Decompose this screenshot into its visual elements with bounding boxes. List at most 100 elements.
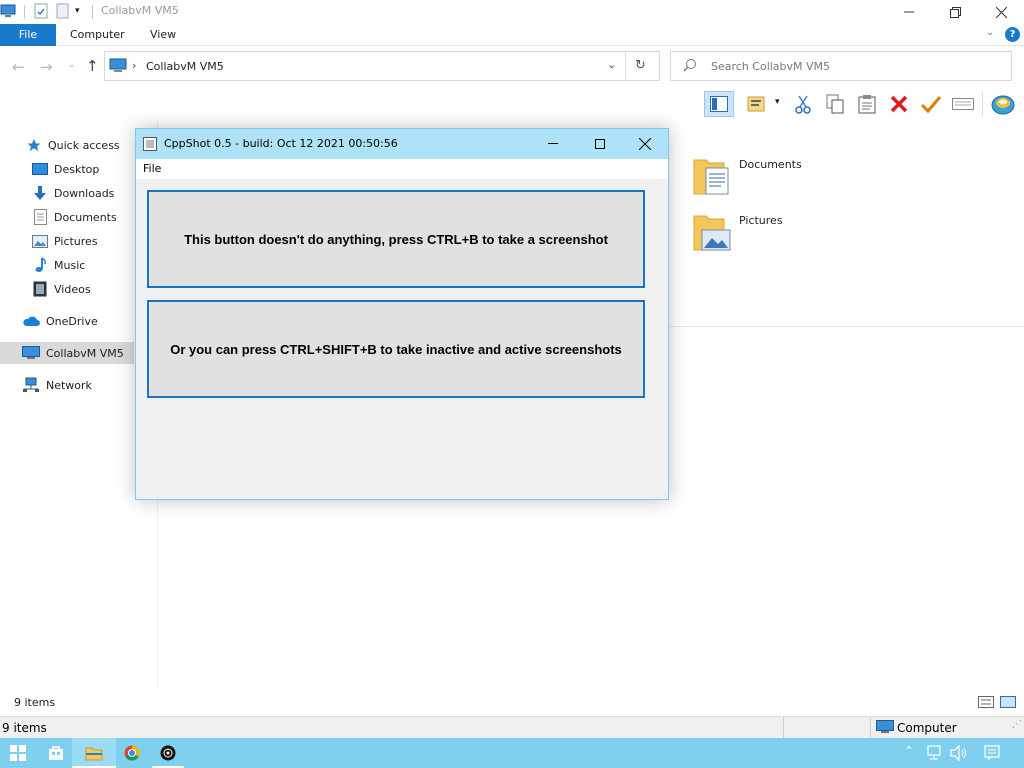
store-icon[interactable] (48, 745, 64, 764)
status-bar: 9 items (0, 692, 1024, 714)
folder-item-pictures[interactable]: Pictures (692, 208, 892, 254)
cppshot-menu-file[interactable]: File (143, 162, 161, 175)
screenshot-button[interactable]: This button doesn't do anything, press C… (147, 190, 645, 288)
tab-file[interactable]: File (0, 24, 56, 46)
cppshot-window-icon (143, 137, 157, 154)
network-icon (22, 377, 40, 393)
desktop-icon (32, 161, 48, 177)
nav-item-music[interactable]: Music (32, 254, 85, 276)
computer-icon[interactable] (0, 3, 16, 19)
details-view-icon[interactable] (978, 696, 994, 711)
breadcrumb-chevron-icon: › (132, 59, 137, 72)
ribbon-expand-icon[interactable]: ⌄ (986, 27, 994, 38)
nav-label-documents: Documents (54, 210, 117, 224)
nav-label-this-pc: CollabvM VM5 (46, 346, 124, 360)
status-divider-2 (870, 717, 871, 739)
properties-tool-icon[interactable] (744, 91, 770, 117)
nav-item-quick-access[interactable]: Quick access (26, 134, 120, 156)
cppshot-maximize-button[interactable] (595, 139, 605, 149)
inactive-active-screenshot-button[interactable]: Or you can press CTRL+SHIFT+B to take in… (147, 300, 645, 398)
back-arrow-icon[interactable]: ← (12, 58, 25, 76)
location-label: Computer (897, 721, 957, 735)
globe-shell-icon[interactable] (990, 91, 1016, 117)
select-all-icon[interactable] (950, 91, 976, 117)
document-icon (32, 209, 48, 225)
nav-item-pictures[interactable]: Pictures (32, 230, 98, 252)
view-dropdown-icon[interactable]: ▾ (775, 97, 780, 107)
tab-computer[interactable]: Computer (58, 24, 137, 46)
customize-dropdown-icon[interactable]: ▾ (75, 3, 91, 19)
nav-item-network[interactable]: Network (22, 374, 92, 396)
nav-label-onedrive: OneDrive (46, 314, 98, 328)
address-bar[interactable]: › CollabvM VM5 ⌄ ↻ (104, 51, 660, 81)
cppshot-menu-bar: File (136, 159, 668, 179)
status-divider (783, 717, 784, 739)
minimize-button[interactable] (886, 0, 932, 24)
close-button[interactable] (978, 0, 1024, 24)
forward-arrow-icon[interactable]: → (40, 58, 53, 76)
cppshot-minimize-button[interactable] (548, 143, 558, 144)
secondary-status-bar: 9 items Computer ⋰ (0, 716, 1024, 739)
copy-icon[interactable] (822, 91, 848, 117)
nav-label-videos: Videos (54, 282, 91, 296)
tab-view[interactable]: View (138, 24, 188, 46)
cppshot-app-icon (160, 745, 176, 764)
delete-icon[interactable] (886, 91, 912, 117)
windows-start-icon[interactable] (10, 745, 26, 764)
nav-item-desktop[interactable]: Desktop (32, 158, 99, 180)
address-text: CollabvM VM5 (146, 60, 224, 73)
computer-icon (876, 720, 894, 738)
network-tray-icon[interactable] (927, 745, 943, 764)
nav-label-downloads: Downloads (54, 186, 115, 200)
refresh-icon[interactable]: ↻ (635, 58, 646, 73)
recent-locations-icon[interactable]: ⌄ (68, 60, 76, 70)
preview-pane-icon[interactable] (704, 91, 734, 117)
secondary-item-count: 9 items (2, 721, 47, 735)
maximize-button[interactable] (932, 0, 978, 24)
computer-icon (22, 345, 40, 361)
group-divider (668, 326, 1024, 327)
cut-icon[interactable] (790, 91, 816, 117)
search-input[interactable]: Search CollabvM VM5 (670, 51, 1012, 81)
nav-item-downloads[interactable]: Downloads (32, 182, 114, 204)
toolbar-divider (982, 92, 983, 116)
paste-icon[interactable] (854, 91, 880, 117)
cppshot-window: CppShot 0.5 - build: Oct 12 2021 00:50:5… (135, 128, 669, 500)
title-separator-2 (92, 5, 93, 19)
star-icon (26, 137, 42, 153)
cppshot-title-bar[interactable]: CppShot 0.5 - build: Oct 12 2021 00:50:5… (136, 129, 668, 159)
help-icon[interactable]: ? (1005, 27, 1020, 42)
documents-folder-icon (692, 154, 732, 199)
toolbar: ▾ (690, 88, 1024, 120)
show-hidden-icons-icon[interactable]: ⌃ (904, 744, 914, 758)
picture-icon (32, 233, 48, 249)
chrome-icon[interactable] (124, 745, 140, 764)
resize-grip-icon[interactable]: ⋰ (1012, 719, 1022, 730)
address-divider (625, 52, 626, 80)
search-icon (683, 58, 697, 75)
file-explorer-icon (85, 745, 103, 764)
properties-icon[interactable] (33, 3, 49, 19)
computer-icon (109, 58, 127, 77)
item-count: 9 items (14, 696, 56, 709)
window-title: CollabvM VM5 (101, 4, 179, 17)
nav-item-onedrive[interactable]: OneDrive (22, 310, 98, 332)
new-folder-icon[interactable] (55, 3, 71, 19)
volume-icon[interactable] (950, 744, 968, 764)
nav-item-documents[interactable]: Documents (32, 206, 117, 228)
nav-item-videos[interactable]: Videos (32, 278, 91, 300)
action-center-icon[interactable] (984, 745, 1000, 764)
cppshot-close-button[interactable] (638, 137, 652, 153)
address-dropdown-icon[interactable]: ⌄ (607, 58, 616, 71)
pictures-folder-icon (692, 210, 732, 255)
rename-check-icon[interactable] (918, 91, 944, 117)
up-arrow-icon[interactable]: ↑ (86, 57, 99, 75)
large-icons-view-icon[interactable] (1000, 696, 1016, 711)
nav-label-network: Network (46, 378, 92, 392)
cloud-icon (22, 313, 40, 329)
film-strip-icon (32, 281, 48, 297)
search-placeholder: Search CollabvM VM5 (711, 60, 831, 73)
nav-item-this-pc[interactable]: CollabvM VM5 (0, 342, 134, 364)
nav-label-music: Music (54, 258, 86, 272)
folder-item-documents[interactable]: Documents (692, 152, 892, 198)
